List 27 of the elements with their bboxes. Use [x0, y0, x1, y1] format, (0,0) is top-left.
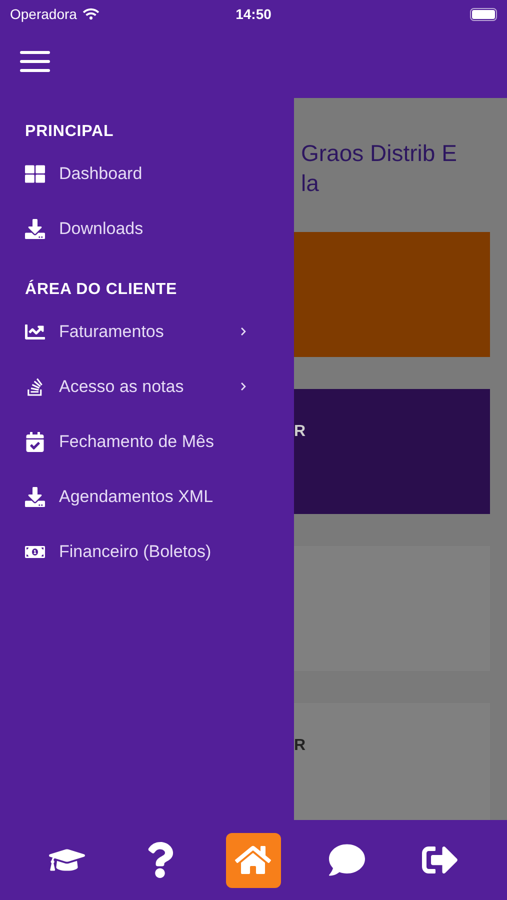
card-label: R — [294, 422, 306, 442]
carrier-name: Operadora — [10, 4, 77, 24]
nav-tab[interactable] — [226, 832, 281, 888]
calendar-check-icon — [25, 432, 45, 452]
menu-item[interactable]: Faturamentos — [25, 304, 269, 359]
menu-item[interactable]: Dashboard — [25, 146, 269, 201]
clock-time: 14:50 — [236, 4, 272, 24]
menu-item[interactable]: Fechamento de Mês — [25, 414, 269, 469]
battery-icon — [470, 8, 497, 20]
menu-item[interactable]: Financeiro (Boletos) — [25, 524, 269, 579]
download-icon — [25, 218, 45, 238]
section-heading: PRINCIPAL — [25, 122, 115, 142]
line-chart-icon — [25, 322, 45, 342]
menu-button[interactable] — [20, 48, 50, 74]
chevron-right-icon — [239, 382, 248, 391]
menu-item[interactable]: Acesso as notas — [25, 359, 269, 414]
wifi-icon — [82, 6, 99, 22]
menu-item[interactable]: Downloads — [25, 201, 269, 256]
section-heading: ÁREA DO CLIENTE — [25, 278, 178, 300]
menu-item[interactable]: Agendamentos XML — [25, 469, 269, 524]
card-label: R — [294, 736, 306, 756]
download-icon — [25, 486, 45, 506]
grid-icon — [25, 164, 45, 184]
chat-bubble-icon — [328, 842, 365, 878]
chevron-right-icon — [239, 327, 248, 336]
page-title: Graos Distrib E la — [300, 139, 458, 198]
stack-icon — [25, 376, 45, 396]
